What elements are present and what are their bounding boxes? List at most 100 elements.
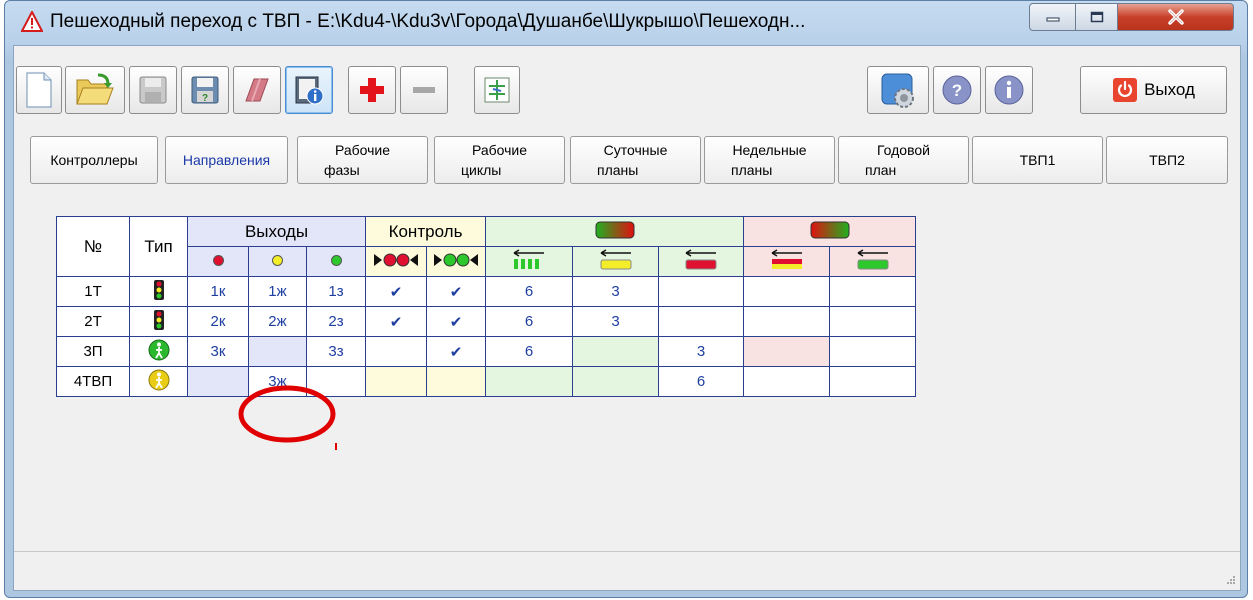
yellow-bar-cell[interactable]	[572, 336, 659, 367]
remove-icon	[413, 87, 435, 93]
save-button[interactable]	[129, 66, 177, 114]
green-output-cell[interactable]: 3з	[306, 336, 366, 367]
new-file-icon	[26, 72, 52, 108]
tab-daily-plans[interactable]: Суточные планы	[570, 136, 701, 184]
red-control-cell[interactable]	[365, 336, 427, 367]
resize-grip-icon[interactable]	[1224, 575, 1236, 587]
green-blink-cell[interactable]: 6	[485, 306, 573, 337]
maximize-button[interactable]	[1075, 3, 1118, 31]
red-bar-cell[interactable]	[658, 306, 744, 337]
red-yellow-bar-cell[interactable]	[743, 366, 830, 397]
red-group-header	[743, 216, 916, 247]
row-type[interactable]	[129, 336, 188, 367]
row-num[interactable]: 1Т	[56, 276, 130, 307]
exit-button[interactable]: Выход	[1080, 66, 1227, 114]
yellow-output-cell[interactable]: 1ж	[248, 276, 307, 307]
green-blink-icon	[513, 248, 544, 269]
green-bar-cell[interactable]	[829, 366, 916, 397]
outputs-header: Выходы	[187, 216, 366, 247]
green-output-cell[interactable]: 2з	[306, 306, 366, 337]
green-control-cell[interactable]: ✔	[426, 336, 486, 367]
yellow-output-header	[248, 246, 307, 277]
close-button[interactable]	[1117, 3, 1234, 31]
row-num[interactable]: 2Т	[56, 306, 130, 337]
row-type[interactable]	[129, 366, 188, 397]
yellow-bar-cell[interactable]: 3	[572, 306, 659, 337]
eraser-icon	[245, 78, 269, 102]
tab-work-cycles[interactable]: Рабочие циклы	[434, 136, 565, 184]
tab-tvp2[interactable]: ТВП2	[1106, 136, 1228, 184]
title-bar[interactable]: Пешеходный переход с ТВП - E:\Kdu4-\Kdu3…	[5, 1, 1247, 43]
about-icon	[994, 75, 1024, 105]
annotation-ellipse	[238, 385, 337, 450]
green-control-cell[interactable]	[426, 366, 486, 397]
green-bar-header	[829, 246, 916, 277]
tab-tvp1-label: ТВП1	[1019, 151, 1056, 168]
save-as-icon: ?	[191, 76, 219, 104]
remove-button[interactable]	[400, 66, 448, 114]
red-control-icon	[374, 253, 418, 266]
green-red-lamp-icon	[810, 221, 849, 238]
info-book-icon	[295, 76, 324, 105]
green-blink-cell[interactable]	[485, 366, 573, 397]
red-control-cell[interactable]	[365, 366, 427, 397]
green-bar-cell[interactable]	[829, 276, 916, 307]
minimize-button[interactable]	[1029, 3, 1076, 31]
green-bar-cell[interactable]	[829, 336, 916, 367]
yellow-output-cell[interactable]	[248, 336, 307, 367]
info-book-button[interactable]	[285, 66, 333, 114]
green-bar-cell[interactable]	[829, 306, 916, 337]
red-bar-cell[interactable]	[658, 276, 744, 307]
row-num[interactable]: 3П	[56, 336, 130, 367]
row-type[interactable]	[129, 306, 188, 337]
table-row[interactable]: 4ТВП 3ж 6	[56, 366, 916, 397]
help-button[interactable]: ?	[933, 66, 981, 114]
eraser-button[interactable]	[233, 66, 281, 114]
red-output-cell[interactable]: 1к	[187, 276, 249, 307]
green-blink-cell[interactable]: 6	[485, 336, 573, 367]
green-control-cell[interactable]: ✔	[426, 306, 486, 337]
red-output-header	[187, 246, 249, 277]
yellow-output-cell[interactable]: 2ж	[248, 306, 307, 337]
pedestrian-yellow-icon	[148, 369, 169, 390]
tab-work-phases[interactable]: Рабочие фазы	[297, 136, 428, 184]
table-row[interactable]: 3П 3к 3з ✔ 6 3	[56, 336, 916, 367]
green-blink-cell[interactable]: 6	[485, 276, 573, 307]
red-control-cell[interactable]: ✔	[365, 276, 427, 307]
green-output-cell[interactable]: 1з	[306, 276, 366, 307]
about-button[interactable]	[985, 66, 1033, 114]
red-bar-cell[interactable]: 6	[658, 366, 744, 397]
red-control-cell[interactable]: ✔	[365, 306, 427, 337]
tab-weekly-plans[interactable]: Недельные планы	[704, 136, 835, 184]
minimize-icon	[1046, 17, 1059, 22]
tab-yearly-plan[interactable]: Годовой план	[838, 136, 969, 184]
save-icon	[139, 76, 167, 104]
save-as-button[interactable]: ?	[181, 66, 229, 114]
open-file-button[interactable]	[65, 66, 125, 114]
yellow-lamp-icon	[272, 255, 283, 266]
table-row[interactable]: 1Т 1к 1ж 1з ✔ ✔ 6 3	[56, 276, 916, 307]
red-yellow-bar-cell[interactable]	[743, 336, 830, 367]
row-type[interactable]	[129, 276, 188, 307]
yellow-bar-cell[interactable]	[572, 366, 659, 397]
yellow-bar-cell[interactable]: 3	[572, 276, 659, 307]
add-button[interactable]	[348, 66, 396, 114]
tab-controllers[interactable]: Контроллеры	[30, 136, 158, 184]
green-control-cell[interactable]: ✔	[426, 276, 486, 307]
green-control-header	[426, 246, 486, 277]
table-row[interactable]: 2Т 2к 2ж 2з ✔ ✔ 6 3	[56, 306, 916, 337]
tab-tvp1[interactable]: ТВП1	[972, 136, 1103, 184]
status-bar	[14, 551, 1240, 590]
green-group-header	[485, 216, 744, 247]
compare-button[interactable]	[474, 66, 520, 114]
settings-button[interactable]	[867, 66, 929, 114]
red-output-cell[interactable]: 2к	[187, 306, 249, 337]
green-bar-icon	[857, 248, 888, 269]
red-bar-cell[interactable]: 3	[658, 336, 744, 367]
row-num[interactable]: 4ТВП	[56, 366, 130, 397]
tab-directions[interactable]: Направления	[165, 136, 288, 184]
red-yellow-bar-cell[interactable]	[743, 306, 830, 337]
red-output-cell[interactable]: 3к	[187, 336, 249, 367]
new-file-button[interactable]	[16, 66, 62, 114]
red-yellow-bar-cell[interactable]	[743, 276, 830, 307]
